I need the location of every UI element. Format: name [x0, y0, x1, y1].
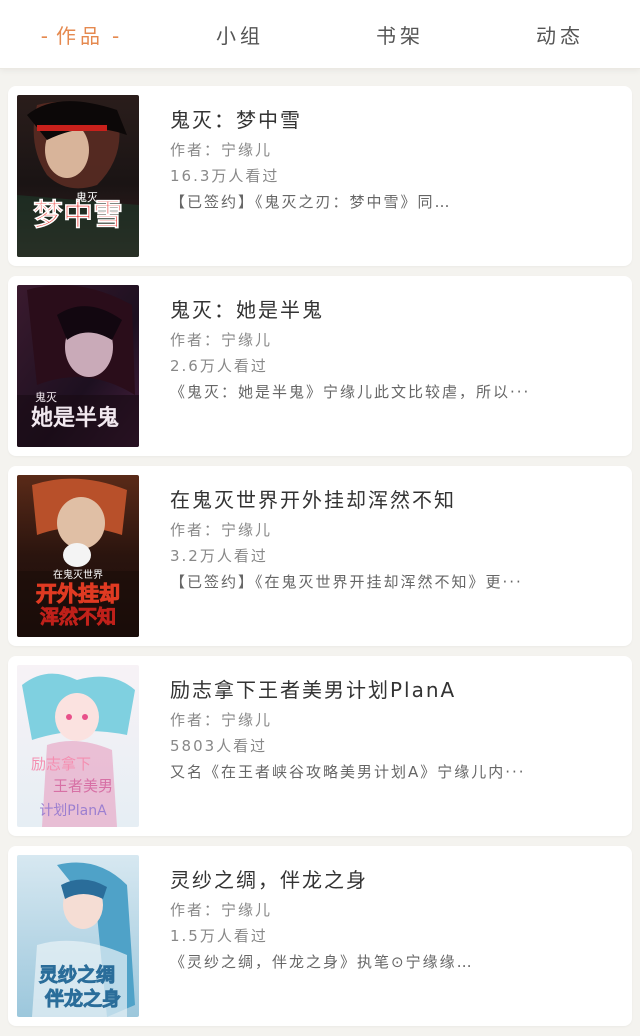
book-card[interactable]: 在鬼灭世界 开外挂却 浑然不知 在鬼灭世界开外挂却浑然不知 作者：宁缘儿 3.2… — [8, 466, 632, 646]
book-title[interactable]: 鬼灭：她是半鬼 — [170, 294, 610, 323]
book-author: 作者：宁缘儿 — [170, 141, 273, 159]
book-info: 在鬼灭世界开外挂却浑然不知 作者：宁缘儿 3.2万人看过 【已签约】《在鬼灭世界… — [170, 484, 610, 592]
book-author: 作者：宁缘儿 — [170, 901, 273, 919]
book-info: 鬼灭：她是半鬼 作者：宁缘儿 2.6万人看过 《鬼灭：她是半鬼》宁缘儿此文比较虐… — [170, 294, 610, 402]
tab-active-indicator: - — [40, 23, 48, 48]
tab-label: 作品 — [56, 23, 104, 48]
book-description: 【已签约】《在鬼灭世界开挂却浑然不知》更··· — [170, 573, 523, 591]
tab-active-indicator: - — [112, 23, 120, 48]
book-card[interactable]: 梦中雪 鬼灭 鬼灭：梦中雪 作者：宁缘儿 16.3万人看过 【已签约】《鬼灭之刃… — [8, 86, 632, 266]
book-card[interactable]: 励志拿下 王者美男 计划PlanA 励志拿下王者美男计划PlanA 作者：宁缘儿… — [8, 656, 632, 836]
book-description: 《灵纱之绸，伴龙之身》执笔⊙宁缘缘… — [170, 953, 474, 971]
book-readers: 1.5万人看过 — [170, 927, 268, 945]
book-title[interactable]: 励志拿下王者美男计划PlanA — [170, 674, 610, 703]
book-cover-image[interactable]: 梦中雪 鬼灭 — [17, 95, 139, 257]
book-author: 作者：宁缘儿 — [170, 331, 273, 349]
book-cover-image[interactable]: 在鬼灭世界 开外挂却 浑然不知 — [17, 475, 139, 637]
book-readers: 16.3万人看过 — [170, 167, 280, 185]
tab-label: 书架 — [376, 23, 424, 48]
book-title[interactable]: 鬼灭：梦中雪 — [170, 104, 610, 133]
book-title[interactable]: 在鬼灭世界开外挂却浑然不知 — [170, 484, 610, 513]
book-description: 《鬼灭：她是半鬼》宁缘儿此文比较虐，所以··· — [170, 383, 531, 401]
tab-label: 小组 — [216, 23, 264, 48]
book-readers: 5803人看过 — [170, 737, 268, 755]
cover-title-text: 灵纱之绸 — [39, 963, 115, 986]
cover-subtitle-text: 鬼灭 — [76, 190, 98, 204]
book-title[interactable]: 灵纱之绸，伴龙之身 — [170, 864, 610, 893]
top-tab-bar: - 作品 - 小组 书架 动态 — [0, 0, 640, 69]
tab-works[interactable]: - 作品 - — [0, 20, 160, 49]
tab-activity[interactable]: 动态 — [480, 20, 640, 49]
book-info: 灵纱之绸，伴龙之身 作者：宁缘儿 1.5万人看过 《灵纱之绸，伴龙之身》执笔⊙宁… — [170, 864, 610, 972]
tab-label: 动态 — [536, 23, 584, 48]
cover-title-text: 浑然不知 — [40, 605, 116, 628]
cover-title-text: 开外挂却 — [36, 582, 120, 606]
book-cover-image[interactable]: 励志拿下 王者美男 计划PlanA — [17, 665, 139, 827]
cover-title-text: 伴龙之身 — [44, 987, 121, 1010]
book-author: 作者：宁缘儿 — [170, 711, 273, 729]
cover-title-text: 王者美男 — [53, 777, 113, 795]
book-cover-image[interactable]: 她是半鬼 鬼灭 — [17, 285, 139, 447]
book-author: 作者：宁缘儿 — [170, 521, 273, 539]
cover-subtitle-text: 在鬼灭世界 — [53, 568, 103, 581]
book-card[interactable]: 灵纱之绸 伴龙之身 灵纱之绸，伴龙之身 作者：宁缘儿 1.5万人看过 《灵纱之绸… — [8, 846, 632, 1026]
cover-title-text: 她是半鬼 — [31, 405, 119, 431]
book-cover-image[interactable]: 灵纱之绸 伴龙之身 — [17, 855, 139, 1017]
cover-title-text: 计划PlanA — [39, 803, 107, 819]
cover-subtitle-text: 鬼灭 — [35, 390, 57, 404]
book-info: 励志拿下王者美男计划PlanA 作者：宁缘儿 5803人看过 又名《在王者峡谷攻… — [170, 674, 610, 782]
book-card[interactable]: 她是半鬼 鬼灭 鬼灭：她是半鬼 作者：宁缘儿 2.6万人看过 《鬼灭：她是半鬼》… — [8, 276, 632, 456]
book-list: 梦中雪 鬼灭 鬼灭：梦中雪 作者：宁缘儿 16.3万人看过 【已签约】《鬼灭之刃… — [8, 86, 632, 1036]
book-readers: 3.2万人看过 — [170, 547, 268, 565]
book-info: 鬼灭：梦中雪 作者：宁缘儿 16.3万人看过 【已签约】《鬼灭之刃：梦中雪》同… — [170, 104, 610, 212]
tab-groups[interactable]: 小组 — [160, 20, 320, 49]
book-description: 【已签约】《鬼灭之刃：梦中雪》同… — [170, 193, 452, 211]
tab-bookshelf[interactable]: 书架 — [320, 20, 480, 49]
book-readers: 2.6万人看过 — [170, 357, 268, 375]
cover-title-text: 励志拿下 — [31, 755, 91, 773]
book-description: 又名《在王者峡谷攻略美男计划A》宁缘儿内··· — [170, 763, 526, 781]
